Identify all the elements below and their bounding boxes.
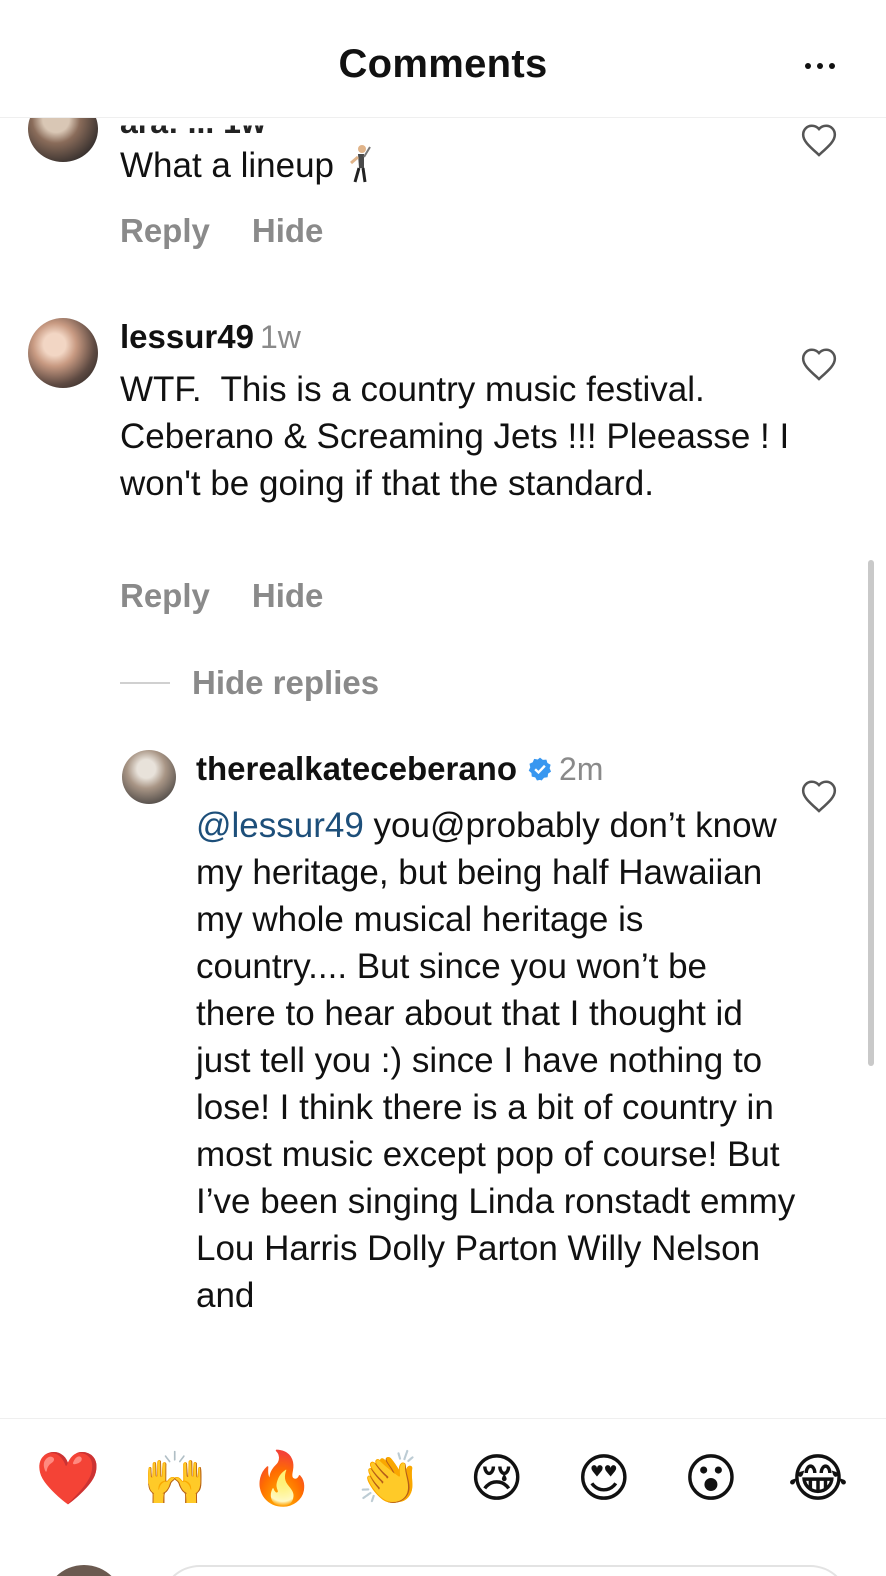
composer-avatar <box>44 1565 124 1576</box>
tears-of-joy-icon[interactable]: 😂 <box>772 1449 864 1509</box>
comment-text: WTF. This is a country music festival. C… <box>120 370 799 503</box>
mention-link[interactable]: @lessur49 <box>196 806 364 845</box>
reply-button[interactable]: Reply <box>120 212 210 250</box>
reply-button[interactable]: Reply <box>120 577 210 615</box>
comment-meta: lessur49 1w <box>120 318 301 356</box>
reply-text: @lessur49 you@probably don’t know my her… <box>196 802 796 1319</box>
page-title: Comments <box>338 42 548 86</box>
fire-icon[interactable]: 🔥 <box>236 1449 328 1509</box>
heart-eyes-icon[interactable]: 😍 <box>558 1449 650 1509</box>
person-golfing-icon <box>342 143 374 185</box>
avatar[interactable] <box>28 118 98 162</box>
red-heart-icon[interactable]: ❤️ <box>22 1449 114 1509</box>
heart-outline-icon[interactable] <box>800 778 838 814</box>
heart-outline-icon[interactable] <box>800 346 838 382</box>
verified-badge-icon <box>527 756 553 782</box>
raising-hands-icon[interactable]: 🙌 <box>129 1449 221 1509</box>
emoji-row: ❤️ 🙌 🔥 👏 😢 😍 😮 😂 <box>22 1449 864 1509</box>
hide-button[interactable]: Hide <box>252 577 324 615</box>
heart-outline-icon[interactable] <box>800 122 838 158</box>
scrollbar[interactable] <box>868 560 874 1066</box>
comment-username[interactable]: ara: ... 1w <box>120 125 266 141</box>
quick-reactions-bar: ❤️ 🙌 🔥 👏 😢 😍 😮 😂 <box>0 1418 886 1576</box>
clapping-hands-icon[interactable]: 👏 <box>343 1449 435 1509</box>
comment-input[interactable] <box>160 1565 850 1576</box>
reply-time: 2m <box>559 750 604 787</box>
hide-replies-button[interactable]: Hide replies <box>120 664 379 702</box>
crying-face-icon[interactable]: 😢 <box>451 1449 543 1509</box>
comment-actions: Reply Hide <box>120 577 323 615</box>
avatar[interactable] <box>122 750 176 804</box>
surprised-face-icon[interactable]: 😮 <box>665 1449 757 1509</box>
comment-time: 1w <box>259 319 301 355</box>
hide-replies-label: Hide replies <box>192 664 380 701</box>
comments-header: Comments <box>0 0 886 118</box>
divider <box>120 682 170 684</box>
more-horizontal-icon[interactable] <box>802 56 838 76</box>
reply-meta: therealkateceberano 2m <box>196 750 603 788</box>
comment-username[interactable]: lessur49 <box>120 318 254 355</box>
avatar[interactable] <box>28 318 98 388</box>
comments-list[interactable]: ara: ... 1w What a lineup Reply Hide les… <box>0 118 886 1418</box>
comment-body: What a lineup <box>120 146 335 185</box>
comment-actions: Reply Hide <box>120 212 323 250</box>
reply-username[interactable]: therealkateceberano <box>196 750 517 788</box>
comment-text: What a lineup <box>120 142 374 189</box>
hide-button[interactable]: Hide <box>252 212 324 250</box>
reply-body: you@probably don’t know my heritage, but… <box>196 806 796 1315</box>
